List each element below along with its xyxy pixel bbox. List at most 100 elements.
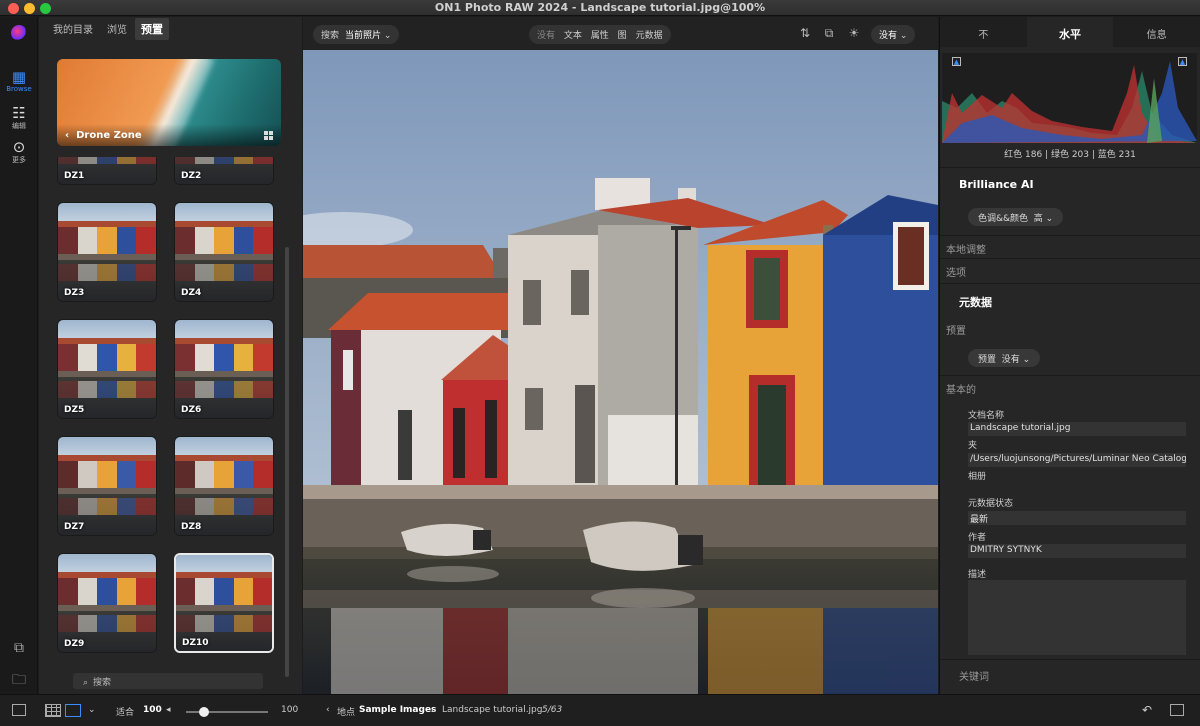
- current-filename: Landscape tutorial.jpg: [442, 705, 543, 715]
- preset-thumbnail[interactable]: DZ7: [57, 436, 157, 536]
- author-field[interactable]: DMITRY SYTNYK: [968, 544, 1186, 558]
- sort-icon[interactable]: ⇅: [797, 26, 813, 42]
- loupe-view-icon[interactable]: [65, 704, 81, 717]
- rail-edit[interactable]: ☷ 编辑: [0, 105, 38, 131]
- preset-thumbnail[interactable]: DZ6: [174, 319, 274, 419]
- preset-thumbnail[interactable]: DZ9: [57, 553, 157, 653]
- app-rail: ▦ Browse ☷ 编辑 ⊙ 更多 ⧉ 🗀: [0, 17, 38, 726]
- sidebar-toggle-icon[interactable]: [12, 704, 26, 716]
- folder-label: 夹: [968, 441, 978, 451]
- thumb-reflection: [175, 497, 273, 516]
- compare-mode-value: 没有: [879, 31, 898, 41]
- overlay-selector: 没有 文本 属性 图 元数据: [529, 25, 671, 44]
- preset-thumbnail[interactable]: DZ5: [57, 319, 157, 419]
- preset-label: DZ4: [181, 288, 202, 298]
- overlay-attributes[interactable]: 属性: [591, 31, 609, 41]
- overlay-image[interactable]: 图: [618, 31, 627, 41]
- brilliance-option: 色调&&颜色: [978, 214, 1029, 224]
- more-icon: ⊙: [12, 138, 26, 156]
- thumb-reflection: [175, 157, 273, 165]
- preset-category-banner[interactable]: ‹ Drone Zone: [57, 59, 281, 146]
- highlight-clip-icon[interactable]: ▲: [1178, 57, 1187, 66]
- preset-search-input[interactable]: ⌕ 搜索: [73, 673, 263, 689]
- preset-thumbnail[interactable]: DZ2: [174, 157, 274, 185]
- compare-mode-dropdown[interactable]: 没有 ⌄: [871, 25, 916, 44]
- metadata-title[interactable]: 元数据: [959, 294, 992, 310]
- photo-canvas[interactable]: [303, 50, 938, 694]
- category-label: Drone Zone: [76, 130, 142, 141]
- preset-thumbnail-grid: DZ1 DZ2 DZ3 DZ4 DZ5 DZ6 DZ7 DZ8 DZ9 DZ10: [57, 157, 281, 657]
- tab-levels[interactable]: 水平: [1026, 17, 1114, 47]
- view-menu-chevron-icon[interactable]: ⌄: [88, 705, 96, 715]
- search-scope-value: 当前照片: [345, 31, 382, 41]
- tab-browse[interactable]: 浏览: [101, 18, 133, 39]
- tab-catalog[interactable]: 我的目录: [47, 18, 99, 39]
- thumb-reflection: [175, 380, 273, 399]
- divider: [940, 659, 1200, 660]
- brilliance-value: 高: [1033, 214, 1043, 224]
- rail-browse[interactable]: ▦ Browse: [0, 69, 38, 93]
- fit-label[interactable]: 适合: [116, 705, 134, 718]
- rail-more-label: 更多: [12, 156, 26, 164]
- grid-view-icon[interactable]: [264, 131, 273, 140]
- local-adjust-section[interactable]: 本地调整: [946, 241, 986, 256]
- preset-label: DZ7: [64, 522, 85, 532]
- preset-section[interactable]: 预置: [946, 322, 966, 337]
- grid-view-icon[interactable]: [45, 704, 61, 717]
- basic-section[interactable]: 基本的: [946, 381, 976, 396]
- folder-settings-icon[interactable]: 🗀: [11, 669, 27, 688]
- thumb-houses: [175, 226, 273, 254]
- zoom-slider[interactable]: [186, 707, 268, 717]
- tab-presets[interactable]: 预置: [135, 17, 169, 40]
- preset-label: DZ10: [182, 638, 209, 648]
- shadow-clip-icon[interactable]: ▲: [952, 57, 961, 66]
- keywords-section[interactable]: 关键词: [959, 668, 989, 683]
- undo-icon[interactable]: ↶: [1142, 703, 1152, 717]
- back-icon[interactable]: ‹: [326, 705, 330, 715]
- options-section[interactable]: 选项: [946, 264, 966, 279]
- overlay-none[interactable]: 没有: [537, 31, 555, 41]
- sliders-icon: ☷: [12, 104, 26, 122]
- window-title: ON1 Photo RAW 2024 - Landscape tutorial.…: [434, 1, 766, 14]
- preset-label: DZ8: [181, 522, 202, 532]
- browse-icon: ▦: [11, 68, 27, 86]
- preset-label: DZ1: [64, 171, 85, 181]
- status-bar: ⌄ 适合 100 ◂ 100 ‹ 地点 Sample Images ⌄ Land…: [0, 694, 1200, 726]
- preset-thumbnail[interactable]: DZ1: [57, 157, 157, 185]
- tab-info[interactable]: 信息: [1113, 17, 1200, 47]
- thumb-reflection: [58, 380, 156, 399]
- folder-field[interactable]: /Users/luojunsong/Pictures/Luminar Neo C…: [968, 453, 1186, 467]
- compare-icon[interactable]: ⧉: [821, 26, 837, 42]
- landscape-photo: [303, 50, 938, 694]
- overlay-metadata[interactable]: 元数据: [636, 31, 663, 41]
- cloud-sync-icon[interactable]: ⧉: [11, 640, 27, 656]
- location-chevron-icon[interactable]: ⌄: [430, 705, 438, 715]
- brilliance-mode-dropdown[interactable]: 色调&&颜色 高 ⌄: [968, 208, 1064, 226]
- brightness-icon[interactable]: ☀: [846, 26, 862, 42]
- zoom-out-icon[interactable]: ◂: [166, 705, 171, 715]
- preset-thumbnail[interactable]: DZ8: [174, 436, 274, 536]
- right-panel-tabs: 不 水平 信息: [940, 17, 1200, 47]
- brilliance-title[interactable]: Brilliance AI: [959, 178, 1034, 191]
- right-panel-toggle-icon[interactable]: [1170, 704, 1184, 716]
- filename-field[interactable]: Landscape tutorial.jpg: [968, 422, 1186, 436]
- search-icon: ⌕: [83, 678, 89, 688]
- preset-thumbnail[interactable]: DZ4: [174, 202, 274, 302]
- description-field[interactable]: [968, 580, 1186, 655]
- metadata-status-field[interactable]: 最新: [968, 511, 1186, 525]
- search-placeholder: 搜索: [93, 678, 112, 688]
- preset-label: DZ2: [181, 171, 202, 181]
- zoom-slider-knob[interactable]: [199, 707, 209, 717]
- tab-none[interactable]: 不: [940, 17, 1027, 47]
- overlay-text[interactable]: 文本: [564, 31, 582, 41]
- preset-thumbnail[interactable]: DZ3: [57, 202, 157, 302]
- thumb-reflection: [176, 614, 272, 632]
- presets-scrollbar[interactable]: [285, 247, 289, 677]
- preset-thumbnail[interactable]: DZ10: [174, 553, 274, 653]
- search-scope-dropdown[interactable]: 搜索 当前照片 ⌄: [313, 25, 400, 44]
- location-value[interactable]: Sample Images: [359, 705, 436, 715]
- thumb-reflection: [58, 157, 156, 165]
- rail-more[interactable]: ⊙ 更多: [0, 139, 38, 165]
- metadata-preset-dropdown[interactable]: 预置 没有 ⌄: [968, 349, 1041, 367]
- rail-browse-label: Browse: [6, 85, 32, 93]
